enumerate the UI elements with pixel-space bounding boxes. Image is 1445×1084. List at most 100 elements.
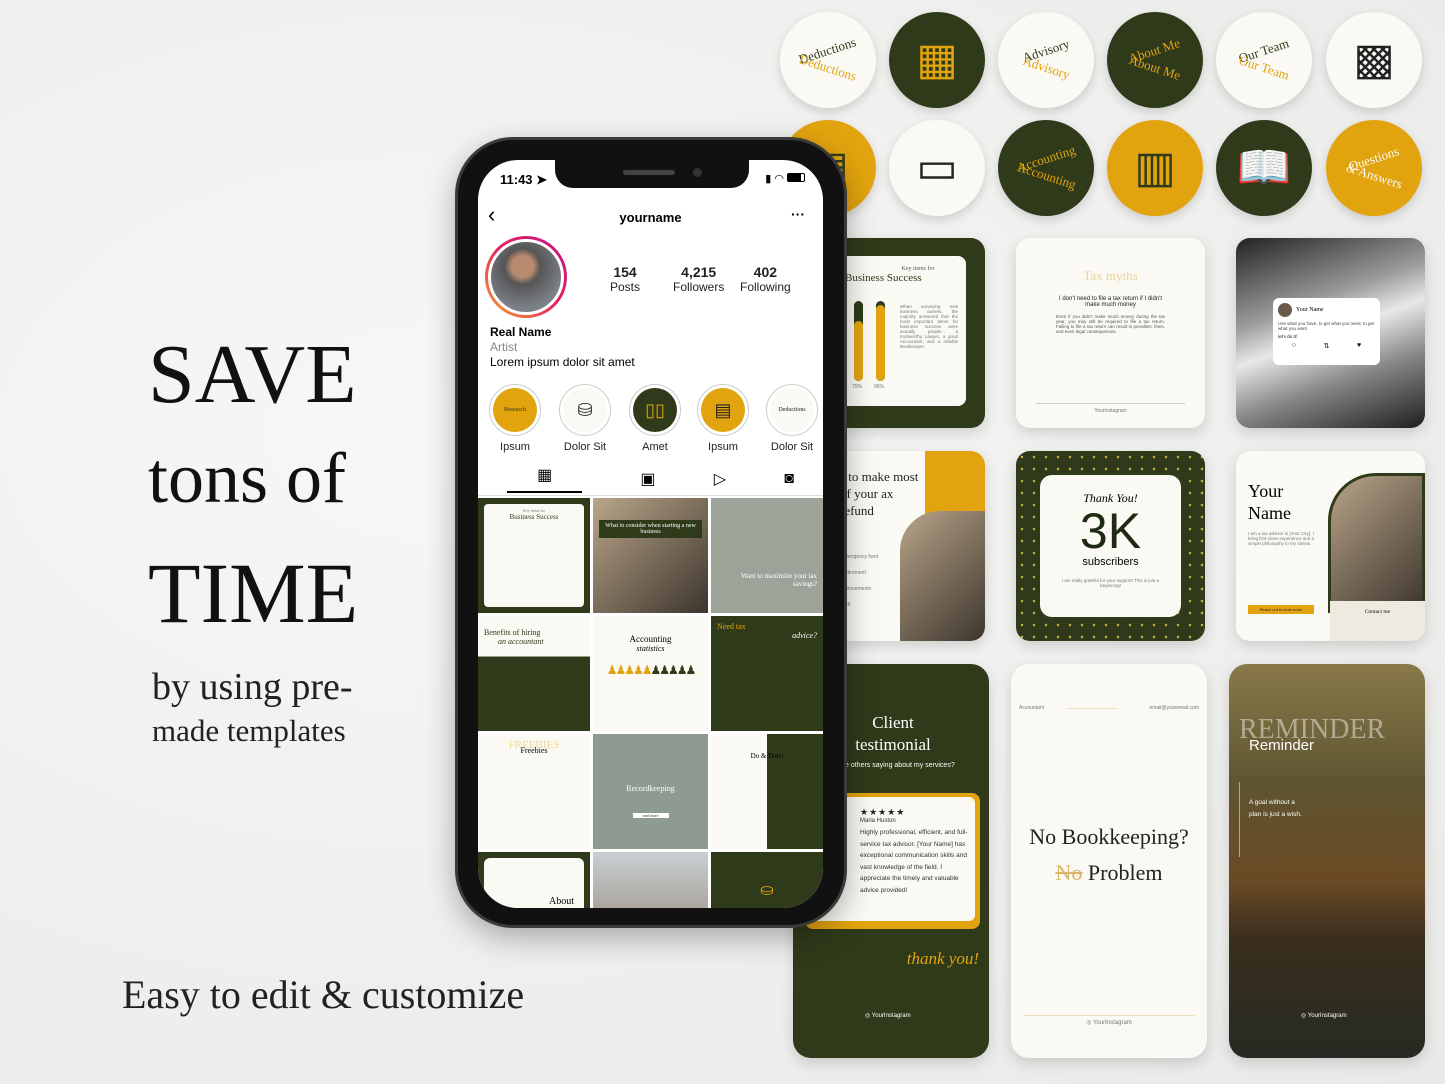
- cover-accounting: Accounting Accounting: [998, 120, 1094, 216]
- strikethrough-word: No: [1055, 860, 1083, 885]
- posts-count[interactable]: 154 Posts: [610, 264, 640, 294]
- instagram-handle: YourInstagram: [1094, 408, 1127, 414]
- post-quote-buildings: Your Name Use what you have, to get what…: [1236, 238, 1425, 428]
- following-count[interactable]: 402 Following: [740, 264, 791, 294]
- cover-book: 📖: [1216, 120, 1312, 216]
- story-question: e others saying about my services?: [845, 762, 955, 769]
- stat-value: 402: [753, 264, 778, 280]
- highlight-amet[interactable]: ▯▯ Amet: [625, 384, 685, 453]
- highlight-dolor-sit-2[interactable]: Deductions Dolor Sit: [762, 384, 822, 453]
- cover-deductions: Deductions Deductions: [780, 12, 876, 108]
- coins-icon: ⛁: [563, 388, 607, 432]
- signal-icon: ▮: [765, 173, 772, 185]
- grid-post[interactable]: ⛀: [711, 852, 823, 908]
- post-note: I am really grateful for your support! T…: [1061, 578, 1160, 588]
- divider: [1023, 1015, 1195, 1016]
- stat-label: Followers: [673, 280, 725, 294]
- highlight-dolor-sit[interactable]: ⛁ Dolor Sit: [555, 384, 615, 453]
- rating-stars: ★★★★★: [860, 807, 906, 817]
- cta-button: Reach out to chat more!: [1248, 605, 1314, 614]
- grid-post[interactable]: Accounting statistics ♟♟♟♟♟♟♟♟♟♟: [593, 616, 708, 731]
- review-text: Highly professional, efficient, and full…: [860, 829, 968, 894]
- grid-post[interactable]: Benefits of hiring an accountant: [478, 616, 590, 731]
- post-thank-you: Thank You! 3K subscribers I am really gr…: [1016, 451, 1205, 641]
- grid-post-subtitle: statistics: [636, 644, 665, 653]
- instagram-handle-text: YourInstagram: [1307, 1013, 1347, 1019]
- grid-post-title: About: [549, 896, 574, 907]
- highlight-label: Dolor Sit: [770, 441, 814, 453]
- story-title: testimonial: [855, 735, 931, 755]
- cover-about-me: About Me About Me: [1107, 12, 1203, 108]
- quote-sign: let's do it!: [1278, 335, 1298, 340]
- tax-folder-icon: ▤: [701, 388, 745, 432]
- subscriber-label: subscribers: [1082, 556, 1139, 568]
- post-grid: Key items for Business Success What to co…: [478, 498, 823, 908]
- reels-tab-icon[interactable]: ▣: [640, 469, 655, 489]
- quote-author: Your Name: [1296, 307, 1324, 313]
- post-title: s to make most of your ax refund: [840, 469, 919, 518]
- grid-post-title: Benefits of hiring: [484, 628, 541, 637]
- post-body: Even if you didn't make much money durin…: [1056, 314, 1165, 334]
- grid-post-title: Recordkeeping: [626, 784, 675, 793]
- highlight-ipsum[interactable]: Research Ipsum: [485, 384, 545, 453]
- highlight-cover: Deductions: [770, 388, 814, 432]
- post-question: I don't need to file a tax return if I d…: [1058, 296, 1163, 308]
- retweet-icon: ⇅: [1323, 343, 1330, 350]
- grid-post-title: Accounting: [629, 634, 672, 644]
- grid-post[interactable]: Recordkeeping read more: [593, 734, 708, 849]
- grid-post[interactable]: FREEBIES Freebies: [478, 734, 590, 849]
- profile-tabs: ▦ ▣ ▷ ◙: [478, 462, 823, 496]
- status-icons: ▮ ◠: [765, 172, 805, 185]
- grid-post[interactable]: What to consider when starting a new bus…: [593, 498, 708, 613]
- story-reminder: REMINDER Reminder A goal without a plan …: [1229, 664, 1425, 1058]
- reviewer-name: Maria Huston: [860, 818, 896, 824]
- instagram-profile-screen: 11:43 ➤ ▮ ◠ ‹ yourname ··· 154 Posts 4,21…: [478, 160, 823, 908]
- highlight-ipsum-2[interactable]: ▤ Ipsum: [693, 384, 753, 453]
- location-arrow-icon: ➤: [536, 172, 548, 187]
- followers-count[interactable]: 4,215 Followers: [673, 264, 724, 294]
- headline-save: SAVE: [148, 328, 357, 421]
- video-tab-icon[interactable]: ▷: [714, 469, 726, 489]
- grid-post-subtitle: an accountant: [498, 637, 544, 646]
- story-email: email@youremail.com: [1149, 705, 1199, 711]
- phone-notch: [555, 160, 749, 188]
- instagram-handle: ◎ YourInstagram: [1086, 1020, 1132, 1026]
- cover-calculator: ▦: [889, 12, 985, 108]
- grid-post[interactable]: Need tax advice?: [711, 616, 823, 731]
- battery-icon: [787, 173, 805, 182]
- divider: [1067, 708, 1117, 709]
- story-title: Client: [872, 713, 914, 732]
- calendar-icon: ▩: [1353, 35, 1395, 84]
- grid-tab-icon[interactable]: ▦: [507, 465, 583, 493]
- grid-post[interactable]: Want to maximize your tax savings?: [711, 498, 823, 613]
- stat-label: Posts: [610, 280, 641, 294]
- headline-tons-of: tons of: [148, 438, 346, 518]
- contact-heading: Contact me: [1364, 609, 1391, 615]
- grid-post-title: Want to maximize your tax savings?: [740, 572, 817, 588]
- stat-label: Following: [740, 280, 791, 294]
- divider: [1239, 782, 1240, 857]
- book-icon: ▯▯: [633, 388, 677, 432]
- cover-certificate: ▭: [889, 120, 985, 216]
- grid-post[interactable]: Key items for Business Success: [478, 498, 590, 613]
- headline-time: TIME: [148, 545, 359, 641]
- grid-post[interactable]: About: [478, 852, 590, 908]
- highlight-label: Amet: [642, 441, 668, 453]
- story-label: Accountant: [1019, 705, 1045, 711]
- stat-value: 4,215: [681, 264, 717, 280]
- post-tax-myths: Tax myths I don't need to file a tax ret…: [1016, 238, 1205, 428]
- profile-avatar[interactable]: [485, 236, 567, 318]
- grid-post[interactable]: [593, 852, 708, 908]
- post-body: When surveying new business owners, the …: [900, 304, 958, 349]
- tagged-tab-icon[interactable]: ◙: [784, 470, 794, 488]
- read-more-button: read more: [632, 813, 669, 818]
- list-item: elf: [845, 602, 851, 608]
- more-options-button[interactable]: ···: [791, 206, 805, 222]
- grid-post[interactable]: Do & Don't: [711, 734, 823, 849]
- photo-paperwork: [900, 511, 985, 641]
- cover-calendar: ▩: [1326, 12, 1422, 108]
- instagram-handle: ◎ YourInstagram: [865, 1013, 911, 1019]
- grid-post-subtitle: advice?: [792, 631, 817, 640]
- grid-post-title: What to consider when starting a new bus…: [599, 520, 702, 538]
- bar-bookkeeper: [876, 301, 885, 381]
